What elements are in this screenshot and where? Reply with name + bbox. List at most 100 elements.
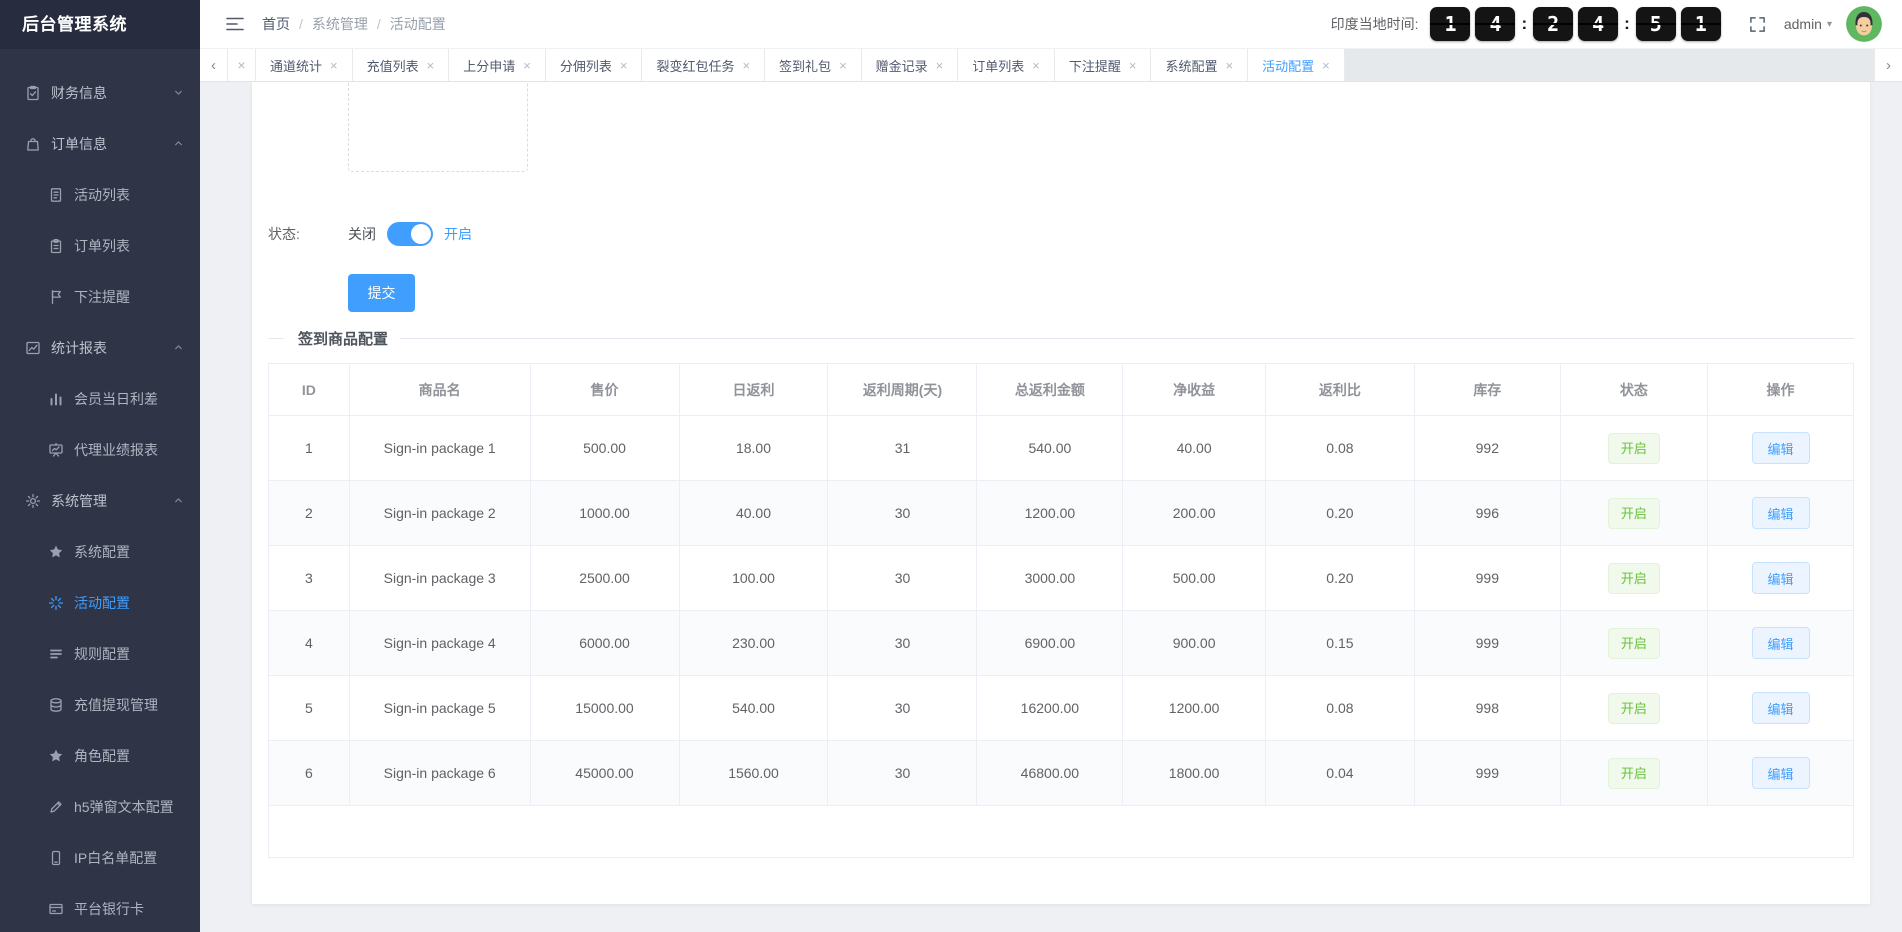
sidebar-item-label: 平台银行卡 <box>74 900 144 917</box>
tab-裂变红包任务[interactable]: 裂变红包任务 × <box>642 49 766 81</box>
sidebar-item-h5-popup-text[interactable]: h5弹窗文本配置 <box>0 781 200 832</box>
clipboard-icon <box>47 237 64 254</box>
fullscreen-icon[interactable] <box>1749 16 1766 33</box>
sidebar-item-member-daily-margin[interactable]: 会员当日利差 <box>0 373 200 424</box>
user-menu[interactable]: admin ▾ <box>1784 16 1832 32</box>
sidebar-item-role-config[interactable]: 角色配置 <box>0 730 200 781</box>
tab-close-icon[interactable]: × <box>620 58 628 73</box>
tabs-close-icon[interactable]: × <box>228 49 256 81</box>
status-cell: 开启 <box>1559 740 1709 806</box>
tab-通道统计[interactable]: 通道统计 × <box>256 49 353 81</box>
tab-系统配置[interactable]: 系统配置 × <box>1151 49 1249 81</box>
edit-button[interactable]: 编辑 <box>1751 692 1810 724</box>
status-badge: 开启 <box>1607 497 1660 529</box>
status-cell: 开启 <box>1559 610 1709 676</box>
tab-close-icon[interactable]: × <box>936 58 944 73</box>
sidebar-item-system-config[interactable]: 系统配置 <box>0 526 200 577</box>
table-cell: 45000.00 <box>529 740 680 806</box>
upload-box[interactable] <box>348 82 528 172</box>
clock-digit: 2 <box>1533 7 1574 41</box>
tab-签到礼包[interactable]: 签到礼包 × <box>765 49 862 81</box>
table-cell: 40.00 <box>1122 415 1266 481</box>
table-cell: Sign-in package 3 <box>348 545 531 611</box>
tabs-scroll-left[interactable]: ‹ <box>200 49 228 81</box>
tab-活动配置[interactable]: 活动配置 × <box>1248 49 1345 81</box>
tab-close-icon[interactable]: × <box>839 58 847 73</box>
tab-close-icon[interactable]: × <box>1032 58 1040 73</box>
tab-close-icon[interactable]: × <box>1322 58 1330 73</box>
tab-list: 通道统计 × 充值列表 × 上分申请 × 分佣列表 × 裂变红包任务 × 签到礼… <box>256 49 1345 81</box>
submit-button[interactable]: 提交 <box>348 274 415 312</box>
breadcrumb-home[interactable]: 首页 <box>262 14 290 34</box>
tab-订单列表[interactable]: 订单列表 × <box>958 49 1055 81</box>
table-cell: 1200.00 <box>976 480 1124 546</box>
table-cell: 200.00 <box>1122 480 1266 546</box>
clock-colon: : <box>1624 14 1630 33</box>
avatar[interactable] <box>1846 6 1882 42</box>
table-cell: 999 <box>1413 545 1561 611</box>
tab-close-icon[interactable]: × <box>427 58 435 73</box>
sidebar-item-system-management[interactable]: 系统管理 <box>0 475 200 526</box>
column-header: ID <box>268 363 350 416</box>
chevron-down-icon: ▾ <box>1826 18 1832 30</box>
edit-button[interactable]: 编辑 <box>1751 497 1810 529</box>
tab-close-icon[interactable]: × <box>1129 58 1137 73</box>
table-cell: 4 <box>268 610 350 676</box>
sidebar-item-label: 系统管理 <box>51 492 107 509</box>
edit-button[interactable]: 编辑 <box>1751 757 1810 789</box>
sidebar-item-recharge-withdraw[interactable]: 充值提现管理 <box>0 679 200 730</box>
sidebar-item-label: h5弹窗文本配置 <box>74 798 174 815</box>
table-cell: 6000.00 <box>529 610 680 676</box>
sidebar-item-label: 角色配置 <box>74 747 130 764</box>
status-cell: 开启 <box>1559 480 1709 546</box>
sidebar-item-finance-info[interactable]: 财务信息 <box>0 67 200 118</box>
tab-充值列表[interactable]: 充值列表 × <box>352 49 450 81</box>
edit-button[interactable]: 编辑 <box>1751 627 1810 659</box>
table-cell: 540.00 <box>678 675 829 741</box>
sidebar-item-rule-config[interactable]: 规则配置 <box>0 628 200 679</box>
edit-button[interactable]: 编辑 <box>1751 562 1810 594</box>
table-row: 3 Sign-in package 3 2500.00 100.00 30 3000.00… <box>268 545 1854 611</box>
tab-下注提醒[interactable]: 下注提醒 × <box>1054 49 1152 81</box>
tabs-scroll-right[interactable]: › <box>1874 49 1902 81</box>
tab-分佣列表[interactable]: 分佣列表 × <box>545 49 643 81</box>
status-cell: 开启 <box>1559 415 1709 481</box>
sidebar-item-order-info[interactable]: 订单信息 <box>0 118 200 169</box>
tab-close-icon[interactable]: × <box>523 58 531 73</box>
clock-digit: 1 <box>1430 7 1471 41</box>
sidebar-item-label: 统计报表 <box>51 339 107 356</box>
table-cell: 30 <box>827 675 978 741</box>
status-toggle[interactable] <box>387 222 433 246</box>
toggle-off-label: 关闭 <box>348 226 376 242</box>
table-row: 6 Sign-in package 6 45000.00 1560.00 30 46800… <box>268 740 1854 806</box>
sidebar-item-agent-performance[interactable]: 代理业绩报表 <box>0 424 200 475</box>
status-label: 状态: <box>268 226 300 242</box>
table-cell: Sign-in package 1 <box>348 415 531 481</box>
table-cell: 0.08 <box>1264 415 1415 481</box>
table-cell: 0.20 <box>1264 480 1415 546</box>
sidebar-item-activity-list[interactable]: 活动列表 <box>0 169 200 220</box>
collapse-menu-icon[interactable] <box>226 17 244 31</box>
breadcrumb: 首页 / 系统管理 / 活动配置 <box>262 14 446 34</box>
tab-赠金记录[interactable]: 赠金记录 × <box>861 49 959 81</box>
document-icon <box>47 186 64 203</box>
sidebar-item-ip-whitelist[interactable]: IP白名单配置 <box>0 832 200 883</box>
gear-icon <box>24 492 41 509</box>
table-cell: 996 <box>1413 480 1561 546</box>
tab-close-icon[interactable]: × <box>742 58 750 73</box>
tab-label: 下注提醒 <box>1068 58 1121 74</box>
sidebar-item-bet-reminder[interactable]: 下注提醒 <box>0 271 200 322</box>
sidebar-item-order-list[interactable]: 订单列表 <box>0 220 200 271</box>
sidebar-item-stats-report[interactable]: 统计报表 <box>0 322 200 373</box>
tab-上分申请[interactable]: 上分申请 × <box>449 49 546 81</box>
table-cell: 100.00 <box>678 545 829 611</box>
sidebar-item-activity-config[interactable]: 活动配置 <box>0 577 200 628</box>
flip-clock: 14:24:51 <box>1430 7 1721 41</box>
edit-button[interactable]: 编辑 <box>1751 432 1810 464</box>
tab-close-icon[interactable]: × <box>1226 58 1234 73</box>
sidebar-item-platform-bank-card[interactable]: 平台银行卡 <box>0 883 200 932</box>
table-cell: 500.00 <box>529 415 680 481</box>
tab-close-icon[interactable]: × <box>330 58 338 73</box>
action-cell: 编辑 <box>1707 480 1854 546</box>
breadcrumb-item-system[interactable]: 系统管理 <box>312 14 368 34</box>
